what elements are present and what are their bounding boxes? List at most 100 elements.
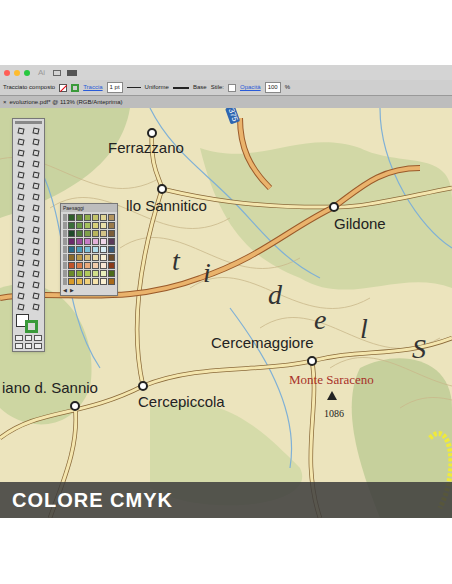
stroke-weight-field[interactable]: 1 pt: [107, 82, 123, 93]
swatch[interactable]: [92, 278, 99, 285]
stroke-label[interactable]: Traccia: [83, 83, 102, 92]
tool-icon[interactable]: [30, 258, 43, 267]
swatch[interactable]: [92, 222, 99, 229]
swatch[interactable]: [76, 262, 83, 269]
tool-icon[interactable]: [15, 148, 28, 157]
swatch[interactable]: [100, 214, 107, 221]
tool-icon[interactable]: [30, 280, 43, 289]
fill-stroke-icon[interactable]: [15, 313, 42, 333]
tool-icon[interactable]: [30, 302, 43, 311]
swatch[interactable]: [84, 270, 91, 277]
swatch[interactable]: [108, 238, 115, 245]
tool-icon[interactable]: [30, 148, 43, 157]
tool-icon[interactable]: [15, 126, 28, 135]
panel-button[interactable]: ▶: [70, 287, 74, 294]
tool-icon[interactable]: [15, 236, 28, 245]
swatch[interactable]: [68, 278, 75, 285]
swatch[interactable]: [68, 214, 75, 221]
mode-icon[interactable]: [34, 335, 42, 341]
swatch[interactable]: [108, 222, 115, 229]
tool-icon[interactable]: [30, 137, 43, 146]
swatch[interactable]: [76, 246, 83, 253]
tool-icon[interactable]: [15, 192, 28, 201]
swatch[interactable]: [76, 270, 83, 277]
swatch[interactable]: [76, 238, 83, 245]
window-button[interactable]: [4, 70, 10, 76]
tool-icon[interactable]: [15, 203, 28, 212]
swatch[interactable]: [108, 254, 115, 261]
swatch[interactable]: [84, 238, 91, 245]
swatch[interactable]: [84, 278, 91, 285]
tool-icon[interactable]: [30, 247, 43, 256]
swatch[interactable]: [92, 238, 99, 245]
swatch[interactable]: [68, 222, 75, 229]
mode-icon[interactable]: [15, 343, 23, 349]
window-button[interactable]: [14, 70, 20, 76]
swatch[interactable]: [68, 262, 75, 269]
tool-icon[interactable]: [30, 291, 43, 300]
tool-icon[interactable]: [15, 181, 28, 190]
swatch[interactable]: [76, 222, 83, 229]
tool-icon[interactable]: [30, 126, 43, 135]
swatch[interactable]: [108, 270, 115, 277]
bridge-icon[interactable]: [53, 70, 61, 76]
tool-icon[interactable]: [15, 258, 28, 267]
swatch[interactable]: [92, 214, 99, 221]
document-tab[interactable]: ×evoluzione.pdf* @ 113% (RGB/Anteprima): [0, 96, 452, 108]
opacity-field[interactable]: 100: [265, 82, 281, 93]
tool-icon[interactable]: [15, 280, 28, 289]
swatch[interactable]: [68, 230, 75, 237]
swatch[interactable]: [68, 238, 75, 245]
tool-icon[interactable]: [30, 203, 43, 212]
swatch[interactable]: [100, 270, 107, 277]
swatch[interactable]: [100, 230, 107, 237]
tool-icon[interactable]: [30, 170, 43, 179]
profile-select[interactable]: Uniforme: [145, 83, 169, 92]
stroke-none-icon[interactable]: [59, 84, 67, 92]
swatch[interactable]: [92, 230, 99, 237]
tool-icon[interactable]: [30, 236, 43, 245]
swatch[interactable]: [84, 230, 91, 237]
swatch[interactable]: [76, 254, 83, 261]
opacity-label[interactable]: Opacità: [240, 83, 261, 92]
tool-icon[interactable]: [15, 137, 28, 146]
mode-icon[interactable]: [25, 335, 33, 341]
tool-icon[interactable]: [30, 225, 43, 234]
swatch[interactable]: [100, 246, 107, 253]
tool-icon[interactable]: [15, 291, 28, 300]
tool-icon[interactable]: [15, 225, 28, 234]
swatch[interactable]: [108, 262, 115, 269]
tool-icon[interactable]: [15, 269, 28, 278]
brush-select[interactable]: Base: [193, 83, 207, 92]
tool-icon[interactable]: [15, 170, 28, 179]
mode-icon[interactable]: [34, 343, 42, 349]
layout-icon[interactable]: [67, 70, 77, 76]
swatch[interactable]: [84, 214, 91, 221]
swatch[interactable]: [108, 214, 115, 221]
swatch[interactable]: [108, 278, 115, 285]
swatch[interactable]: [92, 270, 99, 277]
tool-icon[interactable]: [30, 181, 43, 190]
tool-icon[interactable]: [15, 302, 28, 311]
swatch[interactable]: [84, 222, 91, 229]
window-button[interactable]: [24, 70, 30, 76]
swatch[interactable]: [84, 262, 91, 269]
swatch[interactable]: [68, 270, 75, 277]
tool-icon[interactable]: [30, 269, 43, 278]
swatch[interactable]: [108, 246, 115, 253]
mode-icon[interactable]: [15, 335, 23, 341]
panel-button[interactable]: ◀: [63, 287, 67, 294]
tool-icon[interactable]: [15, 247, 28, 256]
style-swatch[interactable]: [228, 84, 236, 92]
swatch[interactable]: [84, 254, 91, 261]
tool-icon[interactable]: [30, 159, 43, 168]
swatch[interactable]: [100, 222, 107, 229]
swatch[interactable]: [100, 238, 107, 245]
swatch[interactable]: [76, 278, 83, 285]
swatch[interactable]: [84, 246, 91, 253]
swatch[interactable]: [100, 262, 107, 269]
swatch[interactable]: [92, 254, 99, 261]
close-icon[interactable]: ×: [3, 98, 7, 107]
swatch[interactable]: [68, 254, 75, 261]
mode-icon[interactable]: [25, 343, 33, 349]
